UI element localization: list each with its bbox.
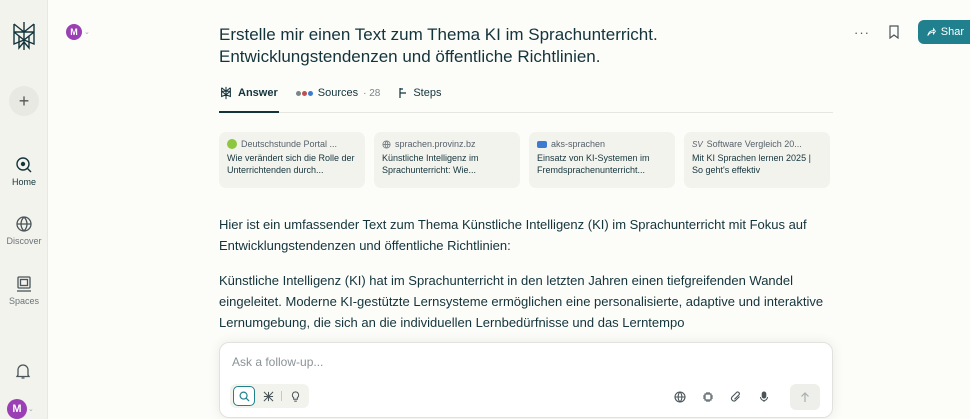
source-title: Künstliche Intelligenz im Sprachunterric… xyxy=(382,153,479,175)
bookmark-icon[interactable] xyxy=(888,25,900,39)
source-site: sprachen.provinz.bz xyxy=(395,139,476,149)
globe-icon xyxy=(382,139,391,149)
follow-up-composer xyxy=(219,342,833,418)
answer-logo-icon xyxy=(221,86,231,100)
sidebar: + Home Discover Spaces M ⌄ xyxy=(0,0,48,419)
answer-paragraph: Hier ist ein umfassender Text zum Thema … xyxy=(219,217,807,253)
sidebar-item-label: Discover xyxy=(6,236,42,246)
tab-label: Steps xyxy=(413,87,442,99)
sources-selector-button[interactable] xyxy=(672,389,688,405)
active-tab-indicator xyxy=(219,111,279,113)
spaces-icon xyxy=(17,276,31,292)
source-title: Wie verändert sich die Rolle der Unterri… xyxy=(227,153,355,175)
source-site: Software Vergleich 20... xyxy=(706,139,802,149)
model-selector-button[interactable] xyxy=(700,389,716,405)
new-thread-button[interactable]: + xyxy=(9,86,39,116)
sources-count: · 28 xyxy=(363,87,381,99)
content-fade xyxy=(219,326,835,342)
answer-paragraph: Künstliche Intelligenz (KI) hat im Sprac… xyxy=(219,273,824,330)
plus-icon: + xyxy=(18,90,30,111)
tab-label: Sources xyxy=(317,87,359,99)
answer-tabs: Answer Sources · 28 Steps xyxy=(219,86,441,100)
sidebar-item-spaces[interactable]: Spaces xyxy=(0,275,48,306)
avatar: M xyxy=(7,399,27,419)
microphone-icon xyxy=(760,391,768,402)
search-mode-button[interactable] xyxy=(233,386,255,406)
tab-label: Answer xyxy=(238,87,278,99)
mode-divider xyxy=(281,391,282,401)
share-button[interactable]: Shar xyxy=(918,20,970,44)
tab-answer[interactable]: Answer xyxy=(219,86,278,100)
sidebar-item-home[interactable]: Home xyxy=(0,156,48,187)
thread-title: Erstelle mir einen Text zum Thema KI im … xyxy=(219,25,658,66)
attach-button[interactable] xyxy=(728,389,744,405)
research-mode-button[interactable] xyxy=(257,386,279,406)
chevron-down-icon: ⌄ xyxy=(84,29,90,36)
sidebar-item-label: Spaces xyxy=(8,296,40,306)
composer-tools xyxy=(672,384,820,410)
more-options-button[interactable]: ··· xyxy=(854,25,870,40)
source-card[interactable]: Deutschstunde Portal ... Wie verändert s… xyxy=(219,132,365,188)
source-site: aks-sprachen xyxy=(551,139,606,149)
notifications-bell-icon[interactable] xyxy=(14,362,32,380)
discover-icon xyxy=(16,216,32,232)
labs-mode-button[interactable] xyxy=(284,386,306,406)
follow-up-input[interactable] xyxy=(232,353,792,371)
source-card[interactable]: sprachen.provinz.bz Künstliche Intellige… xyxy=(374,132,520,188)
voice-input-button[interactable] xyxy=(756,389,772,405)
research-icon xyxy=(263,391,273,401)
tabs-divider xyxy=(219,112,833,113)
sidebar-item-label: Home xyxy=(11,177,36,187)
site-favicon-icon xyxy=(227,139,237,149)
source-title: Einsatz von KI-Systemen im Fremdsprachen… xyxy=(537,153,650,175)
search-icon xyxy=(239,391,250,402)
source-card[interactable]: SV Software Vergleich 20... Mit KI Sprac… xyxy=(684,132,830,188)
sidebar-item-discover[interactable]: Discover xyxy=(0,215,48,246)
source-favicons-icon xyxy=(295,90,313,96)
chip-icon xyxy=(703,392,713,402)
search-mode-toggle xyxy=(230,384,309,408)
source-card[interactable]: aks-sprachen Einsatz von KI-Systemen im … xyxy=(529,132,675,188)
tab-sources[interactable]: Sources · 28 xyxy=(295,87,381,99)
source-title: Mit KI Sprachen lernen 2025 | So geht's … xyxy=(692,153,811,175)
chevron-down-icon: ⌄ xyxy=(28,406,34,413)
globe-icon xyxy=(674,391,686,403)
arrow-up-icon xyxy=(801,391,809,402)
user-menu-button[interactable]: M ⌄ xyxy=(7,399,34,419)
steps-icon xyxy=(399,88,407,98)
site-favicon-icon: SV xyxy=(692,139,703,149)
avatar: M xyxy=(66,24,82,40)
site-favicon-icon xyxy=(537,140,547,148)
home-icon xyxy=(16,157,32,173)
submit-button[interactable] xyxy=(790,384,820,410)
lightbulb-icon xyxy=(291,390,299,402)
source-site: Deutschstunde Portal ... xyxy=(241,139,338,149)
account-switcher[interactable]: M ⌄ xyxy=(66,24,90,40)
share-label: Shar xyxy=(940,26,964,38)
share-icon xyxy=(927,27,936,36)
perplexity-logo-icon[interactable] xyxy=(10,20,38,52)
thread-actions: ··· Shar xyxy=(854,20,970,44)
paperclip-icon xyxy=(730,391,740,402)
source-cards: Deutschstunde Portal ... Wie verändert s… xyxy=(219,132,830,188)
tab-steps[interactable]: Steps xyxy=(398,87,441,99)
